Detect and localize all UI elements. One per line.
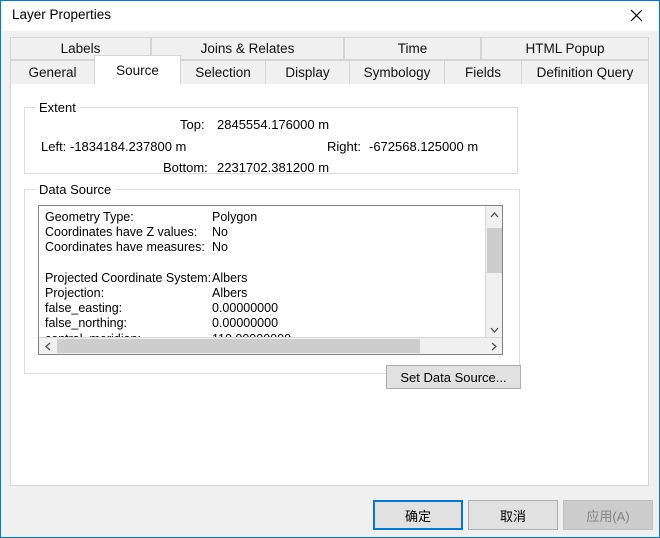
extent-group-label: Extent <box>35 100 80 115</box>
data-source-value: Albers <box>212 285 248 300</box>
extent-left-value: -1834184.237800 m <box>70 139 187 154</box>
data-source-horizontal-scrollbar[interactable] <box>39 337 502 354</box>
data-source-key: Projected Coordinate System: <box>45 270 212 285</box>
set-data-source-button[interactable]: Set Data Source... <box>386 365 521 389</box>
data-source-line: Projection: Albers <box>45 286 485 301</box>
tab-source[interactable]: Source <box>94 55 181 85</box>
data-source-line: Coordinates have Z values: No <box>45 225 485 240</box>
vertical-scrollbar-thumb[interactable] <box>487 228 502 273</box>
ok-button[interactable]: 确定 <box>373 500 463 530</box>
cancel-button[interactable]: 取消 <box>468 500 558 530</box>
data-source-value: Polygon <box>212 210 258 224</box>
data-source-key: Geometry Type: <box>45 210 134 224</box>
extent-right-value: -672568.125000 m <box>369 139 479 154</box>
data-source-value: Albers <box>212 270 248 285</box>
extent-top-value: 2845554.176000 m <box>217 117 330 132</box>
tab-display[interactable]: Display <box>265 60 350 85</box>
data-source-key: false_easting: <box>45 301 123 316</box>
chevron-right-icon[interactable] <box>485 338 502 354</box>
tab-html-popup[interactable]: HTML Popup <box>481 37 649 60</box>
close-icon[interactable] <box>614 1 659 30</box>
data-source-key: Projection: <box>45 285 105 300</box>
data-source-line: Geometry Type: Polygon <box>45 210 485 225</box>
data-source-group-label: Data Source <box>35 182 116 197</box>
apply-button[interactable]: 应用(A) <box>563 500 653 530</box>
layer-properties-dialog: Layer Properties Labels Joins & Relates … <box>0 0 660 538</box>
tab-time[interactable]: Time <box>344 37 481 60</box>
tab-fields[interactable]: Fields <box>444 60 522 85</box>
data-source-key: Coordinates have measures: <box>45 240 205 255</box>
data-source-key: false_northing: <box>45 316 128 331</box>
data-source-key: Coordinates have Z values: <box>45 225 198 240</box>
data-source-line <box>45 256 485 271</box>
extent-left-label: Left: <box>41 139 67 154</box>
tab-strip: Labels Joins & Relates Time HTML Popup G… <box>1 31 659 85</box>
chevron-up-icon[interactable] <box>486 206 502 223</box>
data-source-value: 0.00000000 <box>212 301 279 316</box>
extent-right-label: Right: <box>327 139 361 154</box>
tab-selection[interactable]: Selection <box>180 60 266 85</box>
horizontal-scrollbar-thumb[interactable] <box>57 339 420 353</box>
data-source-vertical-scrollbar[interactable] <box>485 206 502 338</box>
tab-content-panel: Extent Top: 2845554.176000 m Left: -1834… <box>10 84 649 486</box>
extent-top-label: Top: <box>180 117 205 132</box>
extent-bottom-label: Bottom: <box>163 160 208 175</box>
data-source-value: No <box>212 240 228 255</box>
chevron-left-icon[interactable] <box>39 338 56 354</box>
data-source-textbox[interactable]: Geometry Type: Polygon Coordinates have Z … <box>38 205 503 355</box>
window-title: Layer Properties <box>12 7 112 22</box>
data-source-line: false_northing: 0.00000000 <box>45 316 485 331</box>
chevron-down-icon[interactable] <box>486 321 502 338</box>
dialog-footer <box>1 486 659 537</box>
extent-bottom-value: 2231702.381200 m <box>217 160 330 175</box>
tab-general[interactable]: General <box>10 60 95 85</box>
data-source-text: Geometry Type: Polygon Coordinates have Z … <box>45 210 485 354</box>
tab-symbology[interactable]: Symbology <box>349 60 445 85</box>
data-source-value: 0.00000000 <box>212 316 279 331</box>
data-source-group: Data Source Geometry Type: Polygon Coordin… <box>24 182 521 389</box>
title-bar: Layer Properties <box>1 1 659 31</box>
extent-group: Extent Top: 2845554.176000 m Left: -1834… <box>24 100 518 175</box>
data-source-line: false_easting: 0.00000000 <box>45 301 485 316</box>
data-source-value: No <box>212 225 228 240</box>
tab-definition-query[interactable]: Definition Query <box>521 60 649 85</box>
data-source-line: Coordinates have measures: No <box>45 240 485 255</box>
data-source-line: Projected Coordinate System:Albers <box>45 271 485 286</box>
